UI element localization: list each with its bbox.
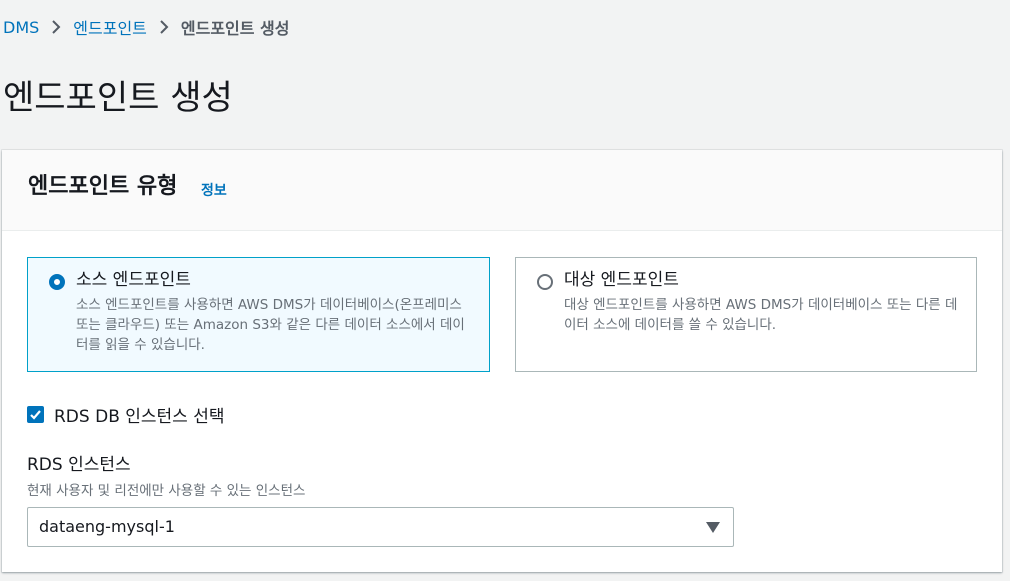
checkmark-icon (30, 410, 41, 420)
breadcrumb-item-endpoints[interactable]: 엔드포인트 (73, 15, 147, 39)
breadcrumb: DMS 엔드포인트 엔드포인트 생성 (3, 14, 290, 40)
caret-down-icon (706, 522, 720, 533)
rds-instance-select[interactable]: dataeng-mysql-1 (27, 507, 734, 547)
page-title: 엔드포인트 생성 (3, 78, 233, 118)
rds-instance-checkbox-row[interactable]: RDS DB 인스턴스 선택 (27, 402, 225, 427)
target-endpoint-label: 대상 엔드포인트 (564, 270, 679, 290)
rds-instance-field-description: 현재 사용자 및 리전에만 사용할 수 있는 인스턴스 (27, 483, 306, 499)
chevron-right-icon (39, 14, 73, 40)
source-endpoint-label: 소스 엔드포인트 (76, 270, 191, 290)
rds-instance-select-value: dataeng-mysql-1 (39, 517, 175, 536)
target-endpoint-tile[interactable]: 대상 엔드포인트 대상 엔드포인트를 사용하면 AWS DMS가 데이터베이스 … (515, 257, 977, 372)
target-endpoint-description: 대상 엔드포인트를 사용하면 AWS DMS가 데이터베이스 또는 다른 데이터… (564, 297, 958, 333)
source-endpoint-radio[interactable] (49, 274, 65, 290)
panel-header: 엔드포인트 유형 정보 (2, 150, 1002, 231)
rds-instance-checkbox[interactable] (27, 406, 44, 423)
info-link[interactable]: 정보 (201, 180, 227, 200)
source-endpoint-description: 소스 엔드포인트를 사용하면 AWS DMS가 데이터베이스(온프레미스 또는 … (76, 297, 465, 353)
endpoint-type-panel: 엔드포인트 유형 정보 소스 엔드포인트 소스 엔드포인트를 사용하면 AWS … (2, 150, 1002, 572)
chevron-right-icon (147, 14, 181, 40)
source-endpoint-tile[interactable]: 소스 엔드포인트 소스 엔드포인트를 사용하면 AWS DMS가 데이터베이스(… (27, 257, 490, 372)
panel-title: 엔드포인트 유형 (28, 174, 178, 199)
target-endpoint-radio[interactable] (537, 274, 553, 290)
rds-instance-checkbox-label: RDS DB 인스턴스 선택 (54, 407, 225, 427)
breadcrumb-item-current: 엔드포인트 생성 (180, 19, 290, 38)
breadcrumb-item-dms[interactable]: DMS (3, 18, 39, 37)
rds-instance-field-label: RDS 인스턴스 (27, 455, 131, 475)
